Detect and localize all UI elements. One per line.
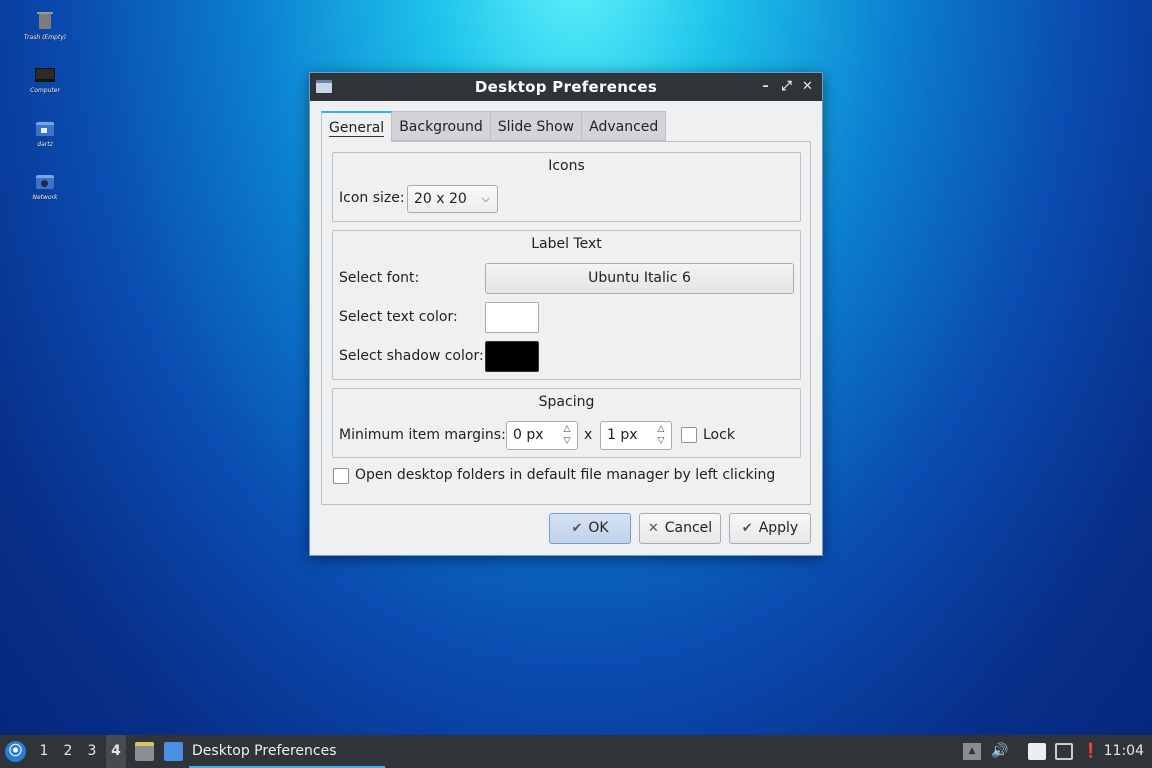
workspace-2[interactable]: 2 (58, 735, 78, 768)
chevron-down-icon: ⌵ (481, 192, 490, 205)
start-menu-icon[interactable]: ⦿ (5, 741, 26, 762)
taskbar-task-desktop-preferences[interactable]: Desktop Preferences (189, 735, 385, 768)
margin-separator: x (584, 427, 593, 443)
margin-y-value: 1 px (607, 427, 638, 443)
ok-label: OK (588, 520, 609, 536)
window-app-icon[interactable] (316, 80, 332, 93)
icon-size-select[interactable]: 20 x 20 ⌵ (407, 185, 498, 213)
tab-slide-show[interactable]: Slide Show (490, 111, 583, 141)
notification-icon[interactable]: ❗ (1082, 743, 1100, 760)
network-status-icon[interactable] (1055, 743, 1073, 760)
icon-size-value: 20 x 20 (414, 191, 467, 207)
window-title: Desktop Preferences (474, 78, 658, 96)
icon-size-label: Icon size: (339, 190, 405, 206)
spacing-group-title: Spacing (538, 394, 595, 410)
minimum-margins-label: Minimum item margins: (339, 427, 506, 443)
desktop-icon-label: Computer (30, 87, 60, 94)
computer-icon (35, 68, 55, 82)
clock[interactable]: 11:04 (1104, 735, 1144, 768)
cancel-button[interactable]: ✕ Cancel (639, 513, 721, 544)
margin-x-spinbox[interactable]: 0 px △ ▽ (506, 421, 578, 450)
workspace-4[interactable]: 4 (106, 735, 126, 768)
apply-label: Apply (758, 520, 799, 536)
shadow-color-swatch[interactable] (485, 341, 539, 372)
taskbar: ⦿ 1 2 3 4 Desktop Preferences ▲ 🔊 ❗ 11:0… (0, 735, 1152, 768)
lock-checkbox[interactable] (681, 427, 697, 443)
network-icon (36, 175, 54, 189)
desktop-icon-computer[interactable]: Computer (14, 68, 76, 94)
tab-label: General (329, 120, 385, 137)
apply-button[interactable]: ✔ Apply (729, 513, 811, 544)
general-tab-panel: Icons Icon size: 20 x 20 ⌵ Label Text Se… (321, 141, 811, 505)
tab-general[interactable]: General (321, 111, 393, 142)
close-icon: ✕ (647, 521, 659, 536)
spacing-group: Spacing Minimum item margins: 0 px △ ▽ x … (332, 388, 801, 458)
minimize-icon[interactable]: – (757, 77, 774, 97)
open-folders-label: Open desktop folders in default file man… (355, 467, 776, 483)
volume-icon[interactable]: 🔊 (991, 743, 1009, 760)
window-titlebar[interactable]: Desktop Preferences – ⤢ ✕ (310, 73, 822, 101)
select-font-button[interactable]: Ubuntu Italic 6 (485, 263, 794, 294)
select-font-label: Select font: (339, 270, 420, 286)
label-text-group-title: Label Text (531, 236, 602, 252)
desktop-preferences-window: Desktop Preferences – ⤢ ✕ General Backgr… (309, 72, 823, 556)
home-folder-icon (36, 122, 54, 136)
desktop-icon-label: Trash (Empty) (23, 34, 67, 41)
close-icon[interactable]: ✕ (799, 77, 816, 97)
ok-button[interactable]: ✔ OK (549, 513, 631, 544)
open-folders-checkbox[interactable] (333, 468, 349, 484)
desktop-preferences-task-icon[interactable] (164, 742, 183, 761)
margin-x-value: 0 px (513, 427, 544, 443)
workspace-1[interactable]: 1 (34, 735, 54, 768)
icons-group: Icons Icon size: 20 x 20 ⌵ (332, 152, 801, 222)
spin-arrows-icon[interactable]: △ ▽ (655, 423, 667, 447)
select-text-color-label: Select text color: (339, 309, 458, 325)
label-text-group: Label Text Select font: Ubuntu Italic 6 … (332, 230, 801, 380)
desktop-icon-network[interactable]: Network (14, 175, 76, 201)
desktop-icon-home[interactable]: dartz (14, 122, 76, 148)
check-icon: ✔ (741, 521, 753, 536)
tab-background[interactable]: Background (392, 111, 491, 141)
clipboard-icon[interactable] (1028, 743, 1046, 760)
workspace-3[interactable]: 3 (82, 735, 102, 768)
desktop-icon-label: dartz (37, 141, 53, 148)
desktop-icon-trash[interactable]: Trash (Empty) (14, 12, 76, 41)
desktop-icon-label: Network (32, 194, 58, 201)
tray-expand-icon[interactable]: ▲ (963, 743, 981, 760)
lock-label: Lock (703, 427, 735, 443)
select-shadow-color-label: Select shadow color: (339, 348, 484, 364)
check-icon: ✔ (571, 521, 583, 536)
tab-advanced[interactable]: Advanced (582, 111, 667, 141)
trash-icon (37, 12, 53, 29)
tab-bar: General Background Slide Show Advanced (321, 111, 667, 142)
file-manager-icon[interactable] (135, 742, 154, 761)
text-color-swatch[interactable] (485, 302, 539, 333)
margin-y-spinbox[interactable]: 1 px △ ▽ (600, 421, 672, 450)
spin-arrows-icon[interactable]: △ ▽ (561, 423, 573, 447)
cancel-label: Cancel (664, 520, 713, 536)
icons-group-title: Icons (548, 158, 585, 174)
maximize-icon[interactable]: ⤢ (778, 77, 795, 97)
